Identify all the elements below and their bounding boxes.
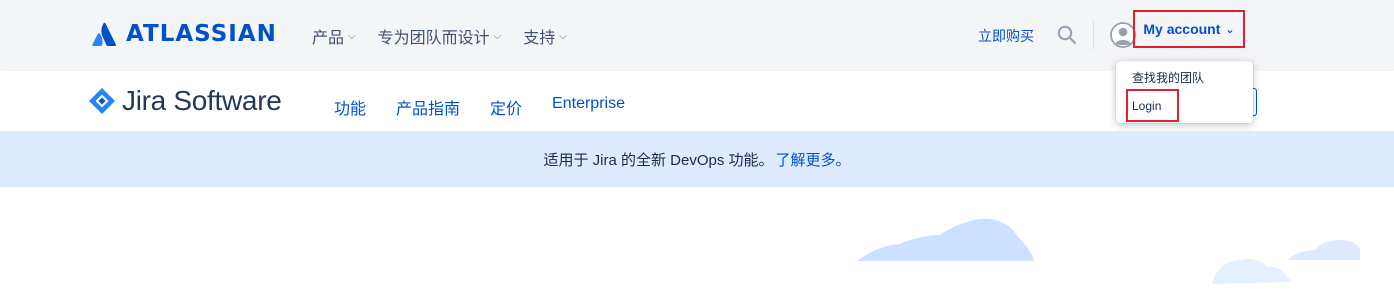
buy-now-link[interactable]: 立即购买 [978, 26, 1034, 46]
login-label: Login [1132, 98, 1162, 113]
chevron-down-icon: ⌵ [559, 30, 567, 42]
cloud-shape [1288, 240, 1360, 260]
atlassian-logo[interactable]: ATLASSIAN [92, 20, 277, 48]
announcement-banner: 适用于 Jira 的全新 DevOps 功能。 了解更多。 [0, 131, 1394, 187]
product-menu: 功能 产品指南 定价 Enterprise [334, 95, 625, 119]
jira-software-logo[interactable]: Jira Software [88, 85, 282, 117]
cloud-shape [857, 218, 1034, 261]
menu-support[interactable]: 支持 ⌵ [523, 24, 567, 48]
nav-features[interactable]: 功能 [334, 95, 366, 119]
nav-pricing[interactable]: 定价 [490, 95, 522, 119]
find-my-team-item[interactable]: 查找我的团队 [1132, 69, 1204, 86]
banner-text: 适用于 Jira 的全新 DevOps 功能。 [543, 151, 774, 169]
cloud-shape [1212, 258, 1292, 284]
atlassian-mark-icon [92, 22, 117, 46]
my-account-label: My account [1143, 21, 1221, 37]
page: ATLASSIAN 产品 ⌵ 专为团队而设计 ⌵ 支持 ⌵ 立即购买 My ac… [0, 0, 1394, 302]
clouds-illustration [857, 218, 1360, 284]
nav-product-guide[interactable]: 产品指南 [396, 95, 460, 119]
menu-products[interactable]: 产品 ⌵ [312, 24, 356, 48]
menu-label: 专为团队而设计 [377, 30, 490, 47]
chevron-down-icon: ⌄ [1225, 23, 1235, 36]
nav-enterprise[interactable]: Enterprise [552, 95, 625, 119]
jira-diamond-icon [89, 88, 115, 114]
menu-label: 产品 [312, 30, 345, 47]
global-menu: 产品 ⌵ 专为团队而设计 ⌵ 支持 ⌵ [312, 24, 567, 48]
account-dropdown: 查找我的团队 Login [1116, 61, 1253, 123]
my-account-button[interactable]: My account ⌄ [1133, 10, 1245, 48]
atlassian-wordmark: ATLASSIAN [126, 21, 277, 47]
search-icon[interactable] [1057, 25, 1077, 50]
jira-software-wordmark: Jira Software [122, 85, 282, 116]
chevron-down-icon: ⌵ [348, 30, 356, 42]
login-item[interactable]: Login [1126, 89, 1179, 122]
chevron-down-icon: ⌵ [493, 30, 502, 42]
nav-divider [1093, 20, 1094, 50]
menu-label: 支持 [523, 30, 556, 47]
learn-more-link[interactable]: 了解更多。 [776, 149, 851, 170]
menu-for-teams[interactable]: 专为团队而设计 ⌵ [378, 24, 502, 48]
